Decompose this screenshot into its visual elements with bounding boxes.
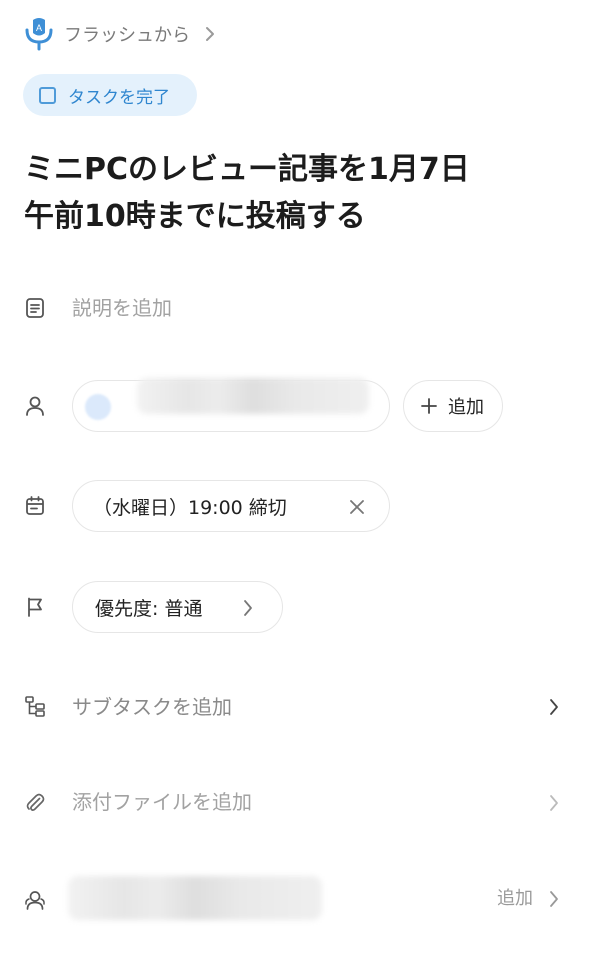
person-icon bbox=[24, 395, 46, 417]
calendar-icon bbox=[24, 495, 46, 517]
note-icon bbox=[24, 297, 46, 319]
priority-label: 優先度: 普通 bbox=[95, 597, 203, 620]
clear-due-icon[interactable] bbox=[348, 498, 366, 516]
complete-task-label: タスクを完了 bbox=[68, 87, 170, 108]
task-detail-page: A フラッシュから タスクを完了 ミニPCのレビュー記事を1月7日 午前10時ま… bbox=[0, 0, 589, 965]
checkbox-icon bbox=[39, 86, 56, 104]
chevron-right-icon[interactable] bbox=[548, 889, 560, 909]
add-follower-button[interactable]: 追加 bbox=[497, 886, 533, 912]
chevron-right-icon[interactable] bbox=[548, 793, 560, 813]
task-title-line-1: ミニPCのレビュー記事を1月7日 bbox=[24, 152, 470, 187]
chevron-right-icon[interactable] bbox=[548, 697, 560, 717]
add-attachment-button[interactable]: 添付ファイルを追加 bbox=[72, 787, 252, 817]
flag-icon bbox=[24, 596, 46, 618]
chevron-right-icon bbox=[242, 598, 254, 618]
due-date-label: （水曜日）19:00 締切 bbox=[93, 496, 287, 519]
add-subtask-button[interactable]: サブタスクを追加 bbox=[72, 692, 232, 722]
paperclip-icon bbox=[24, 792, 46, 814]
microphone-app-icon: A bbox=[24, 16, 54, 52]
task-title-line-2: 午前10時までに投稿する bbox=[24, 199, 366, 234]
due-date-chip[interactable]: （水曜日）19:00 締切 bbox=[72, 480, 390, 532]
task-title[interactable]: ミニPCのレビュー記事を1月7日 午前10時までに投稿する bbox=[24, 146, 564, 240]
avatar bbox=[85, 394, 111, 420]
assignee-name-redacted bbox=[137, 378, 369, 414]
subtask-tree-icon bbox=[24, 695, 46, 717]
chevron-right-icon bbox=[204, 25, 216, 43]
description-input[interactable]: 説明を追加 bbox=[72, 293, 172, 323]
assignee-chip[interactable] bbox=[72, 378, 390, 432]
source-label: フラッシュから bbox=[64, 25, 190, 46]
add-assignee-label: 追加 bbox=[448, 397, 484, 418]
add-assignee-button[interactable]: 追加 bbox=[403, 380, 503, 432]
source-link[interactable]: A フラッシュから bbox=[24, 16, 216, 52]
people-icon bbox=[24, 889, 46, 911]
priority-chip[interactable]: 優先度: 普通 bbox=[72, 581, 283, 633]
plus-icon bbox=[420, 397, 438, 415]
followers-redacted bbox=[68, 876, 322, 920]
svg-text:A: A bbox=[36, 23, 42, 33]
complete-task-button[interactable]: タスクを完了 bbox=[23, 74, 197, 116]
